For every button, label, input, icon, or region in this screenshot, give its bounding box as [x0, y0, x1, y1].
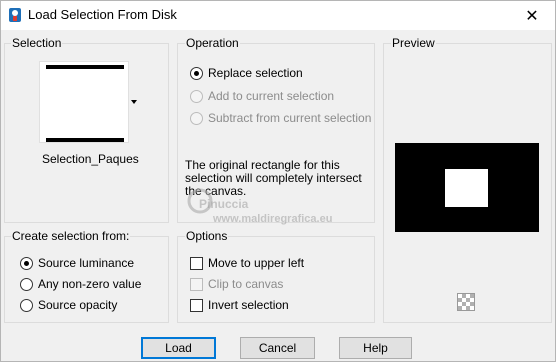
- selection-thumbnail[interactable]: [39, 61, 129, 143]
- thumbnail-bottom-bar: [46, 138, 124, 142]
- selection-group-label: Selection: [11, 36, 63, 50]
- preview-selection-rect: [445, 169, 488, 207]
- radio-label: Add to current selection: [208, 89, 335, 103]
- radio-label: Subtract from current selection: [208, 111, 372, 125]
- checkbox-label: Invert selection: [208, 298, 289, 312]
- radio-label: Any non-zero value: [38, 277, 142, 291]
- dialog-window: Load Selection From Disk ✕ Selection Sel…: [0, 0, 556, 362]
- radio-source-opacity[interactable]: Source opacity: [20, 298, 117, 312]
- watermark: Pinuccia www.maldiregrafica.eu: [187, 187, 387, 227]
- load-button-label: Load: [165, 341, 192, 355]
- checkbox[interactable]: [190, 277, 203, 291]
- title-bar: Load Selection From Disk ✕: [1, 1, 555, 30]
- radio-button[interactable]: [190, 111, 203, 125]
- close-icon[interactable]: ✕: [525, 6, 538, 26]
- transparency-icon[interactable]: [457, 293, 475, 311]
- radio-button[interactable]: [20, 277, 33, 291]
- selection-file-name: Selection_Paques: [42, 152, 139, 166]
- app-icon: [9, 8, 21, 22]
- close-button[interactable]: ✕: [509, 1, 555, 30]
- options-group-label: Options: [185, 229, 229, 243]
- help-button-label: Help: [363, 341, 388, 355]
- radio-any-non-zero[interactable]: Any non-zero value: [20, 277, 141, 291]
- watermark-line2: www.maldiregrafica.eu: [213, 213, 333, 225]
- checkbox[interactable]: [190, 256, 203, 270]
- checkbox-clip-to-canvas[interactable]: Clip to canvas: [190, 277, 283, 291]
- operation-group-label: Operation: [185, 36, 240, 50]
- radio-label: Source opacity: [38, 298, 118, 312]
- thumbnail-top-bar: [46, 65, 124, 69]
- cancel-button-label: Cancel: [258, 341, 297, 355]
- checkbox[interactable]: [190, 298, 203, 312]
- checkbox-label: Move to upper left: [208, 256, 305, 270]
- load-button[interactable]: Load: [141, 337, 216, 359]
- radio-button[interactable]: [190, 66, 203, 80]
- radio-replace-selection[interactable]: Replace selection: [190, 66, 303, 80]
- watermark-line1: Pinuccia: [199, 197, 249, 211]
- create-from-group-label: Create selection from:: [11, 229, 131, 243]
- radio-button[interactable]: [190, 89, 203, 103]
- checkbox-invert-selection[interactable]: Invert selection: [190, 298, 289, 312]
- radio-button[interactable]: [20, 298, 33, 312]
- radio-source-luminance[interactable]: Source luminance: [20, 256, 134, 270]
- preview-canvas: [395, 143, 539, 232]
- radio-label: Replace selection: [208, 66, 303, 80]
- checkbox-label: Clip to canvas: [208, 277, 284, 291]
- chevron-down-icon[interactable]: [131, 100, 137, 104]
- help-button[interactable]: Help: [339, 337, 412, 359]
- radio-add-to-selection[interactable]: Add to current selection: [190, 89, 334, 103]
- radio-subtract-from-selection[interactable]: Subtract from current selection: [190, 111, 371, 125]
- checkbox-move-to-upper-left[interactable]: Move to upper left: [190, 256, 304, 270]
- cancel-button[interactable]: Cancel: [240, 337, 315, 359]
- window-title: Load Selection From Disk: [28, 7, 177, 22]
- radio-label: Source luminance: [38, 256, 135, 270]
- preview-group-label: Preview: [391, 36, 436, 50]
- radio-button[interactable]: [20, 256, 33, 270]
